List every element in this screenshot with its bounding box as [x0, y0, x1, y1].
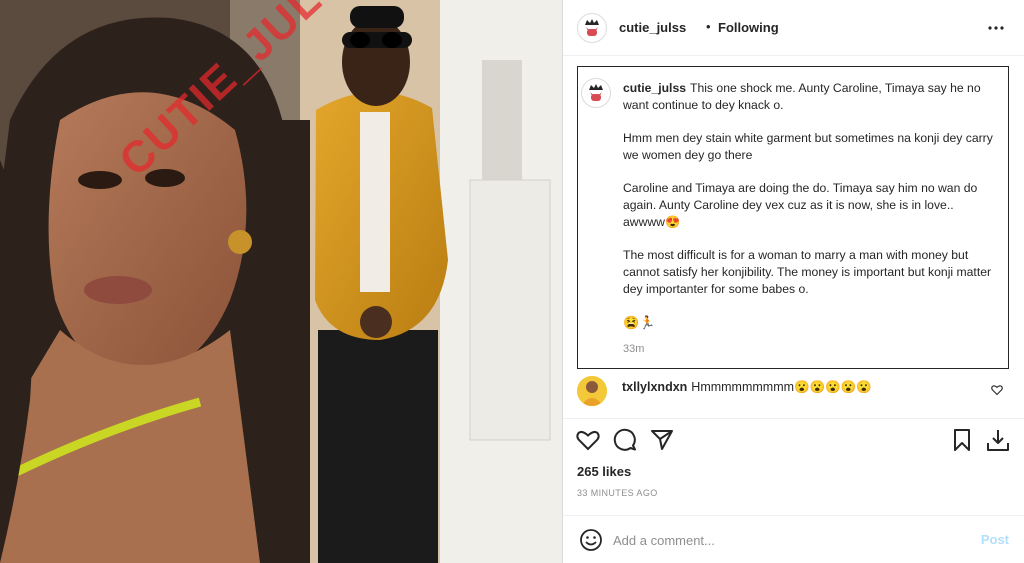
comment-icon[interactable] [612, 427, 638, 453]
more-horizontal-icon[interactable] [987, 20, 1005, 36]
action-bar [563, 418, 1024, 460]
caption-emojis: 😫🏃 [623, 315, 656, 330]
comment-body: Hmmmmmmmmm😮😮😮😮😮 [691, 380, 872, 394]
add-comment-input[interactable] [613, 527, 943, 553]
caption-paragraph: Caroline and Timaya are doing the do. Ti… [623, 181, 978, 229]
comment-text: txllylxndxn Hmmmmmmmmm😮😮😮😮😮 [622, 380, 872, 395]
commenter-username[interactable]: txllylxndxn [622, 380, 687, 394]
post-caption: cutie_julss This one shock me. Aunty Caro… [577, 66, 1009, 369]
post-comment-button[interactable]: Post [981, 532, 1009, 547]
likes-count[interactable]: 265 likes [577, 464, 631, 479]
share-icon[interactable] [649, 427, 675, 453]
caption-timestamp[interactable]: 33m [623, 343, 644, 355]
author-avatar[interactable] [577, 13, 607, 43]
post-header: cutie_julss • Following [563, 0, 1024, 56]
caption-text: cutie_julss This one shock me. Aunty Caro… [623, 80, 998, 331]
author-username[interactable]: cutie_julss [619, 20, 686, 35]
following-button[interactable]: Following [718, 20, 779, 35]
post-date[interactable]: 33 MINUTES AGO [577, 488, 658, 498]
caption-author-avatar[interactable] [581, 78, 611, 108]
add-comment-bar: Post [563, 515, 1024, 563]
commenter-avatar[interactable] [577, 376, 607, 406]
heart-outline-icon[interactable] [991, 384, 1003, 396]
post-image[interactable]: CUTIE_JULSS [0, 0, 562, 563]
comment-item: txllylxndxn Hmmmmmmmmm😮😮😮😮😮 [577, 374, 1009, 408]
user-photo-icon [577, 376, 607, 406]
header-separator: • [706, 19, 711, 34]
emoji-smiley-icon[interactable] [579, 528, 603, 552]
heart-icon[interactable] [575, 427, 601, 453]
bookmark-icon[interactable] [949, 427, 975, 453]
crown-logo-icon [583, 80, 609, 106]
caption-username[interactable]: cutie_julss [623, 81, 686, 95]
post-sidebar: cutie_julss • Following cutie_julss This … [562, 0, 1024, 563]
caption-paragraph: Hmm men dey stain white garment but some… [623, 131, 993, 162]
caption-paragraph: The most difficult is for a woman to mar… [623, 248, 992, 296]
crown-logo-icon [579, 15, 605, 41]
post-photo-illustration [0, 0, 562, 563]
download-icon[interactable] [985, 427, 1011, 453]
